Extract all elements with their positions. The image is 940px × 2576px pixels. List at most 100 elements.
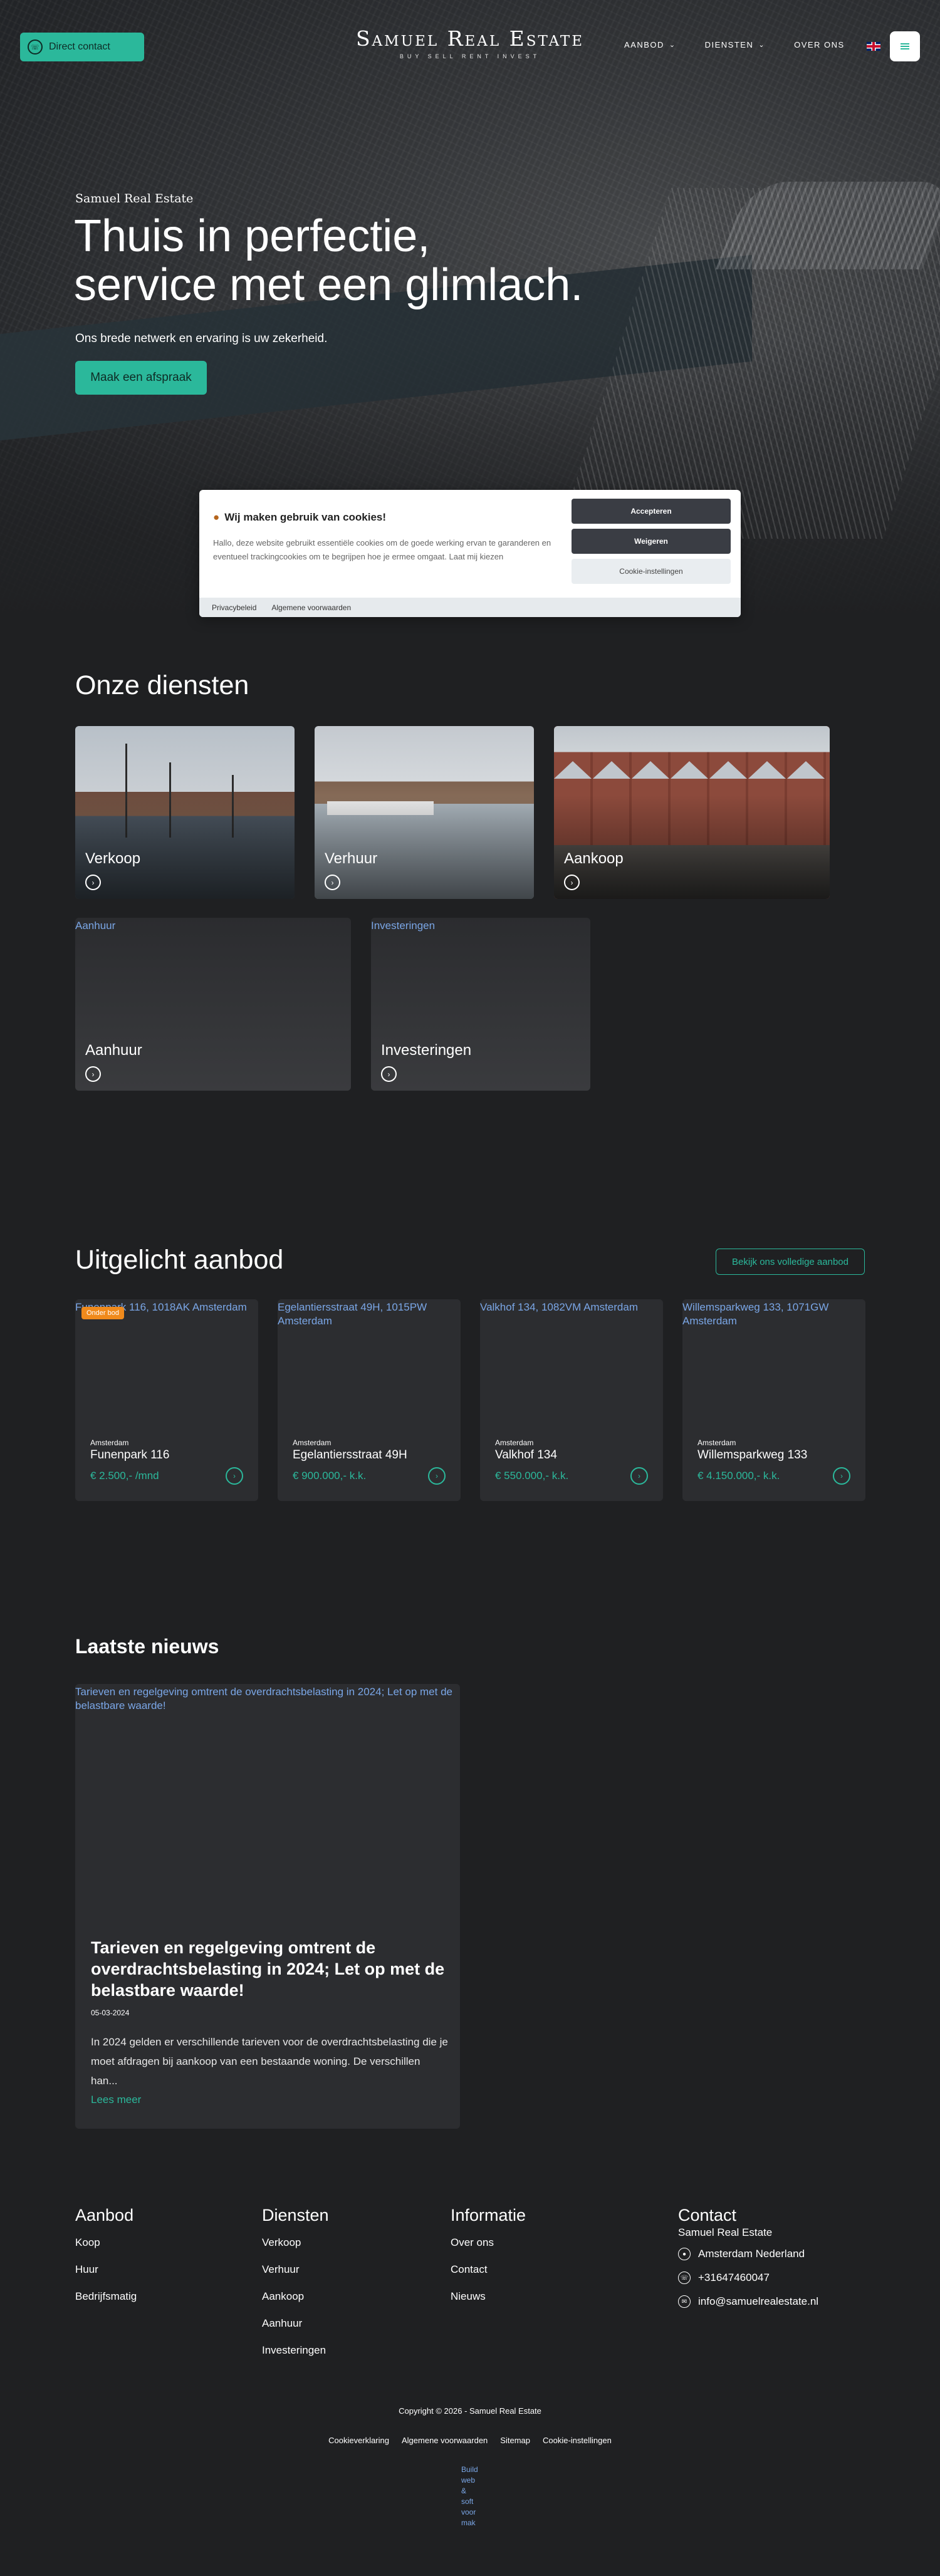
contact-email[interactable]: ✉ info@samuelrealestate.nl	[678, 2295, 818, 2308]
hero-subtitle: Ons brede netwerk en ervaring is uw zeke…	[75, 332, 328, 345]
property-price: € 900.000,- k.k.	[293, 1470, 367, 1482]
chevron-right-icon: ›	[381, 1066, 397, 1082]
service-card-aanhuur[interactable]: Aanhuur Aanhuur ›	[75, 918, 351, 1091]
cookie-statement-link[interactable]: Cookieverklaring	[328, 2436, 389, 2445]
cookie-settings-link[interactable]: Cookie-instellingen	[543, 2436, 612, 2445]
webdesign-credit-image[interactable]: Build web & soft voor mak	[461, 2464, 480, 2528]
property-street: Valkhof 134	[495, 1448, 557, 1462]
logo-tagline: BUY SELL RENT INVEST	[399, 53, 541, 60]
footer-link[interactable]: Contact	[451, 2263, 526, 2276]
address-text: Amsterdam Nederland	[698, 2248, 805, 2260]
news-card[interactable]: Tarieven en regelgeving omtrent de overd…	[75, 1684, 460, 2129]
chevron-right-icon[interactable]: ›	[226, 1467, 243, 1485]
footer-link[interactable]: Aanhuur	[262, 2317, 329, 2330]
chevron-right-icon: ›	[564, 875, 580, 890]
property-card[interactable]: Valkhof 134, 1082VM Amsterdam Amsterdam …	[480, 1299, 663, 1501]
nav-label: OVER ONS	[794, 40, 845, 49]
main-nav: AANBOD ⌄ DIENSTEN ⌄ OVER ONS	[624, 40, 845, 49]
property-street: Egelantiersstraat 49H	[293, 1448, 407, 1462]
property-city: Amsterdam	[90, 1438, 129, 1447]
property-price: € 2.500,- /mnd	[90, 1470, 159, 1482]
property-street: Willemsparkweg 133	[697, 1448, 808, 1462]
cookie-accept-button[interactable]: Accepteren	[572, 499, 731, 524]
phone-icon: ☏	[678, 2272, 691, 2284]
news-headline[interactable]: Tarieven en regelgeving omtrent de overd…	[91, 1937, 448, 2001]
chevron-right-icon: ›	[85, 1066, 101, 1082]
direct-contact-button[interactable]: ☏ Direct contact	[20, 33, 144, 61]
footer-heading: Diensten	[262, 2206, 329, 2225]
news-excerpt: In 2024 gelden er verschillende tarieven…	[91, 2036, 448, 2087]
chevron-right-icon[interactable]: ›	[428, 1467, 446, 1485]
make-appointment-button[interactable]: Maak een afspraak	[75, 361, 207, 395]
footer-col-aanbod: Aanbod Koop Huur Bedrijfsmatig	[75, 2206, 137, 2317]
footer-link[interactable]: Huur	[75, 2263, 137, 2276]
sitemap-link[interactable]: Sitemap	[500, 2436, 530, 2445]
service-card-verhuur[interactable]: Verhuur ›	[315, 726, 534, 899]
read-more-link[interactable]: Lees meer	[91, 2094, 141, 2106]
nav-item-diensten[interactable]: DIENSTEN ⌄	[705, 40, 765, 49]
service-card-verkoop[interactable]: Verkoop ›	[75, 726, 295, 899]
property-city: Amsterdam	[293, 1438, 332, 1447]
footer-heading: Aanbod	[75, 2206, 134, 2225]
chevron-down-icon: ⌄	[669, 41, 676, 49]
chevron-right-icon[interactable]: ›	[630, 1467, 648, 1485]
privacy-policy-link[interactable]: Privacybeleid	[212, 603, 256, 612]
terms-link[interactable]: Algemene voorwaarden	[402, 2436, 488, 2445]
view-all-listings-button[interactable]: Bekijk ons volledige aanbod	[716, 1249, 865, 1275]
status-badge: Onder bod	[81, 1307, 124, 1319]
footer-col-contact: Contact Samuel Real Estate ● Amsterdam N…	[678, 2206, 818, 2319]
service-card-aankoop[interactable]: Aankoop ›	[554, 726, 830, 899]
cookie-settings-button[interactable]: Cookie-instellingen	[572, 559, 731, 584]
hero-title-line: service met een glimlach.	[74, 260, 583, 310]
nav-item-aanbod[interactable]: AANBOD ⌄	[624, 40, 676, 49]
chevron-right-icon[interactable]: ›	[833, 1467, 850, 1485]
service-card-investeringen[interactable]: Investeringen Investeringen ›	[371, 918, 590, 1091]
footer-link[interactable]: Bedrijfsmatig	[75, 2290, 137, 2303]
phone-text: +31647460047	[698, 2272, 770, 2283]
cookie-icon: ●	[213, 511, 220, 523]
service-card-label: Aanhuur	[85, 1042, 142, 1059]
nav-label: DIENSTEN	[704, 40, 754, 49]
chevron-right-icon: ›	[85, 875, 101, 890]
hero-title-line: Thuis in perfectie,	[74, 211, 431, 261]
copyright: Copyright © 2026 - Samuel Real Estate	[399, 2406, 541, 2416]
broken-image-alt: Willemsparkweg 133, 1071GW Amsterdam	[682, 1301, 829, 1327]
footer-link[interactable]: Over ons	[451, 2236, 526, 2249]
featured-title: Uitgelicht aanbod	[75, 1245, 284, 1275]
property-price: € 550.000,- k.k.	[495, 1470, 569, 1482]
menu-button[interactable]	[890, 31, 920, 61]
service-card-label: Verkoop	[85, 850, 141, 867]
service-card-label: Verhuur	[325, 850, 378, 867]
footer-link[interactable]: Investeringen	[262, 2344, 329, 2357]
cookie-refuse-button[interactable]: Weigeren	[572, 529, 731, 554]
services-title: Onze diensten	[75, 670, 249, 700]
footer-link[interactable]: Aankoop	[262, 2290, 329, 2303]
property-price: € 4.150.000,- k.k.	[697, 1470, 780, 1482]
broken-image-alt: Tarieven en regelgeving omtrent de overd…	[75, 1686, 452, 1711]
footer-link[interactable]: Verhuur	[262, 2263, 329, 2276]
contact-phone[interactable]: ☏ +31647460047	[678, 2272, 818, 2284]
broken-image-alt: Investeringen	[371, 920, 436, 932]
broken-image-alt: Aanhuur	[75, 920, 116, 932]
broken-image-alt: Valkhof 134, 1082VM Amsterdam	[480, 1301, 638, 1313]
logo-wordmark: Samuel Real Estate	[355, 26, 585, 51]
property-card[interactable]: Willemsparkweg 133, 1071GW Amsterdam Ams…	[682, 1299, 865, 1501]
footer-heading: Contact	[678, 2206, 737, 2225]
property-street: Funenpark 116	[90, 1448, 170, 1462]
terms-link[interactable]: Algemene voorwaarden	[271, 603, 351, 612]
cookie-title: ● Wij maken gebruik van cookies!	[213, 511, 550, 524]
broken-image-alt: Egelantiersstraat 49H, 1015PW Amsterdam	[278, 1301, 427, 1327]
contact-address[interactable]: ● Amsterdam Nederland	[678, 2248, 818, 2260]
nav-item-over-ons[interactable]: OVER ONS	[794, 40, 845, 49]
footer-link[interactable]: Verkoop	[262, 2236, 329, 2249]
property-card[interactable]: Egelantiersstraat 49H, 1015PW Amsterdam …	[278, 1299, 461, 1501]
property-city: Amsterdam	[697, 1438, 736, 1447]
email-text: info@samuelrealestate.nl	[698, 2295, 819, 2307]
footer-link[interactable]: Nieuws	[451, 2290, 526, 2303]
chevron-down-icon: ⌄	[758, 41, 766, 49]
property-card[interactable]: Funenpark 116, 1018AK Amsterdam Onder bo…	[75, 1299, 258, 1501]
uk-flag-icon[interactable]	[867, 42, 880, 51]
mail-icon: ✉	[678, 2295, 691, 2308]
site-logo[interactable]: Samuel Real Estate BUY SELL RENT INVEST	[351, 26, 589, 60]
footer-link[interactable]: Koop	[75, 2236, 137, 2249]
